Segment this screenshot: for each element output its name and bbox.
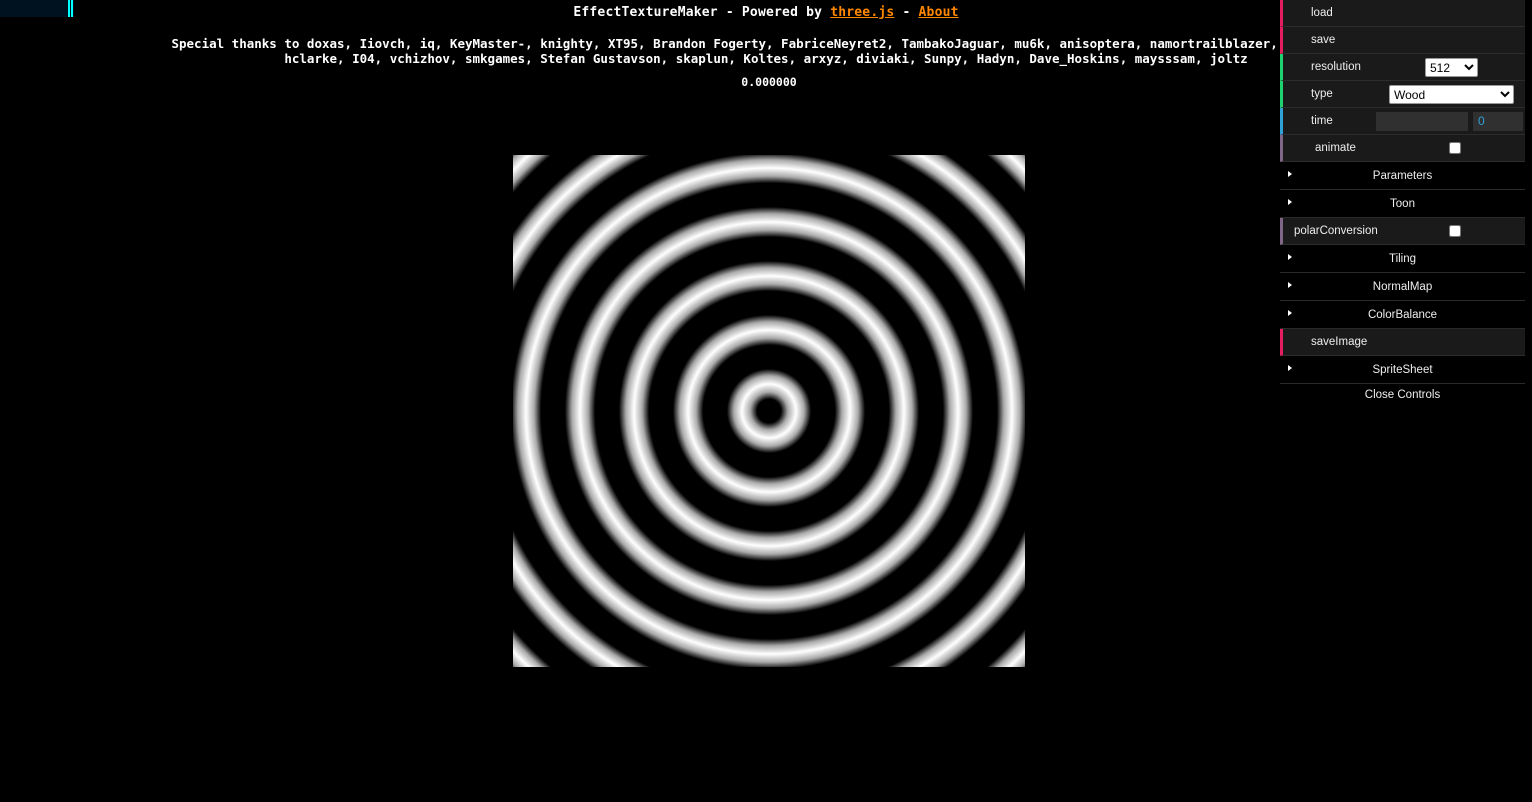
polar-conversion-checkbox[interactable] <box>1449 225 1461 237</box>
folder-toon-label: Toon <box>1390 198 1415 210</box>
folder-toon[interactable]: Toon <box>1280 190 1525 218</box>
load-button[interactable]: load <box>1280 0 1525 27</box>
title-separator: - <box>894 5 919 20</box>
triangle-right-icon <box>1288 365 1292 371</box>
type-control: type Wood <box>1280 81 1525 108</box>
save-label: save <box>1311 34 1336 46</box>
about-link[interactable]: About <box>919 5 959 20</box>
triangle-right-icon <box>1288 310 1292 316</box>
save-button[interactable]: save <box>1280 27 1525 54</box>
resolution-control: resolution 512 <box>1280 54 1525 81</box>
triangle-right-icon <box>1288 254 1292 260</box>
save-image-button[interactable]: saveImage <box>1280 329 1525 356</box>
time-control: time 0 <box>1280 108 1525 135</box>
close-controls-button[interactable]: Close Controls <box>1280 384 1525 406</box>
polar-conversion-label: polarConversion <box>1294 225 1378 237</box>
controls-panel: load save resolution 512 type Wood time … <box>1280 0 1525 406</box>
folder-normalmap-label: NormalMap <box>1372 281 1433 293</box>
triangle-right-icon <box>1288 171 1292 177</box>
threejs-link[interactable]: three.js <box>830 5 894 20</box>
folder-colorbalance[interactable]: ColorBalance <box>1280 301 1525 329</box>
type-label: type <box>1311 88 1333 100</box>
folder-spritesheet[interactable]: SpriteSheet <box>1280 356 1525 384</box>
texture-canvas[interactable] <box>513 155 1025 667</box>
folder-spritesheet-label: SpriteSheet <box>1372 364 1433 376</box>
folder-tiling[interactable]: Tiling <box>1280 245 1525 273</box>
triangle-right-icon <box>1288 199 1292 205</box>
time-input[interactable]: 0 <box>1473 112 1523 131</box>
time-slider[interactable] <box>1376 112 1468 131</box>
texture-preview <box>513 155 1025 667</box>
rings-pattern <box>513 155 1025 667</box>
folder-normalmap[interactable]: NormalMap <box>1280 273 1525 301</box>
resolution-select[interactable]: 512 <box>1425 58 1478 77</box>
folder-tiling-label: Tiling <box>1388 253 1417 265</box>
save-image-label: saveImage <box>1311 336 1368 348</box>
resolution-label: resolution <box>1311 61 1361 73</box>
folder-parameters[interactable]: Parameters <box>1280 162 1525 190</box>
load-label: load <box>1311 7 1333 19</box>
folder-colorbalance-label: ColorBalance <box>1367 309 1438 321</box>
polar-conversion-control: polarConversion <box>1280 218 1525 245</box>
type-select[interactable]: Wood <box>1389 85 1514 104</box>
time-label: time <box>1311 115 1333 127</box>
folder-parameters-label: Parameters <box>1372 170 1433 182</box>
title-text: EffectTextureMaker - Powered by <box>573 5 831 20</box>
triangle-right-icon <box>1288 282 1292 288</box>
animate-checkbox[interactable] <box>1449 142 1461 154</box>
animate-control: animate <box>1280 135 1525 162</box>
animate-label: animate <box>1315 142 1356 154</box>
